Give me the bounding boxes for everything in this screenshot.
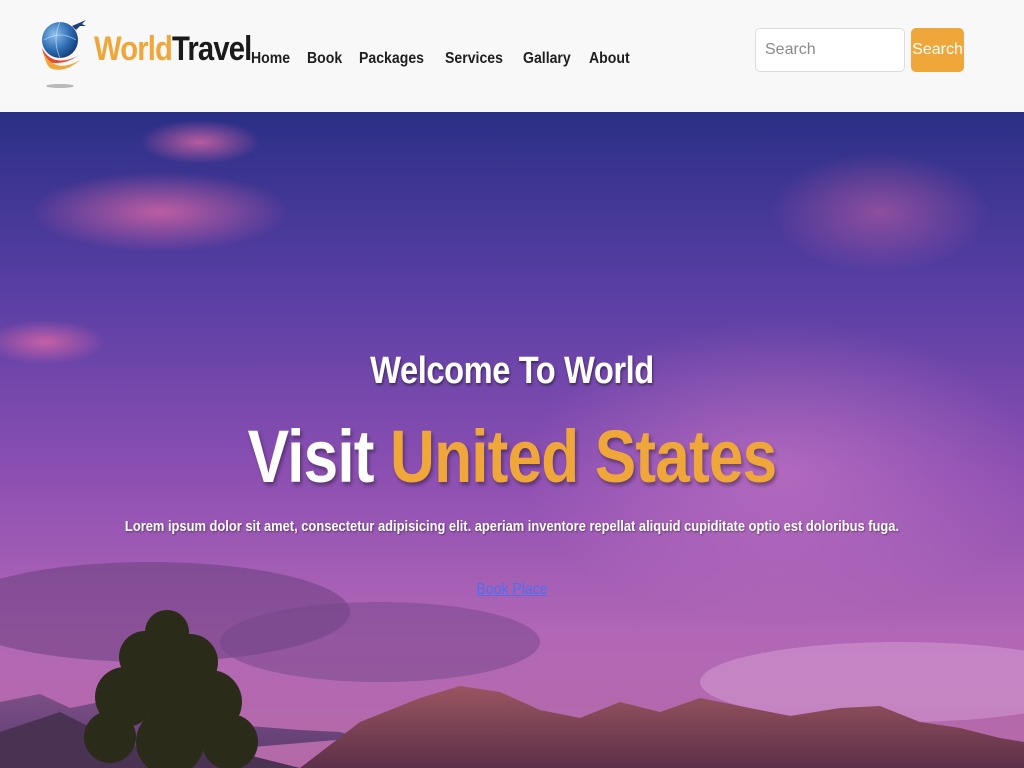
search-form: Search bbox=[755, 28, 964, 72]
nav-link-about[interactable]: About bbox=[589, 50, 630, 68]
nav-link-gallary[interactable]: Gallary bbox=[523, 50, 571, 68]
hero-headline-prefix: Visit bbox=[247, 415, 375, 498]
brand-logo-link[interactable]: WorldTravel bbox=[38, 16, 277, 90]
hero-section: Welcome To World Visit United States Lor… bbox=[0, 112, 1024, 768]
book-place-link[interactable]: Book Place bbox=[61, 581, 962, 599]
nav-link-book[interactable]: Book bbox=[307, 50, 342, 68]
nav-link-packages[interactable]: Packages bbox=[359, 50, 424, 68]
hero-description: Lorem ipsum dolor sit amet, consectetur … bbox=[124, 518, 900, 535]
globe-airplane-logo-icon bbox=[42, 20, 86, 88]
brand-word-world: World bbox=[94, 29, 173, 68]
nav-link-home[interactable]: Home bbox=[251, 50, 290, 68]
brand-name: WorldTravel bbox=[94, 29, 252, 69]
nav-link-services[interactable]: Services bbox=[445, 50, 503, 68]
hero-content: Welcome To World Visit United States Lor… bbox=[0, 112, 1024, 768]
search-button[interactable]: Search bbox=[911, 28, 964, 72]
hero-headline-accent: United States bbox=[390, 415, 777, 498]
search-input[interactable] bbox=[755, 28, 905, 72]
main-nav: Home Book Packages Services Gallary Abou… bbox=[251, 50, 648, 68]
hero-headline: Visit United States bbox=[82, 414, 942, 499]
hero-welcome-heading: Welcome To World bbox=[370, 350, 654, 392]
navbar: WorldTravel Home Book Packages Services … bbox=[0, 0, 1024, 112]
brand-word-travel: Travel bbox=[172, 29, 252, 68]
